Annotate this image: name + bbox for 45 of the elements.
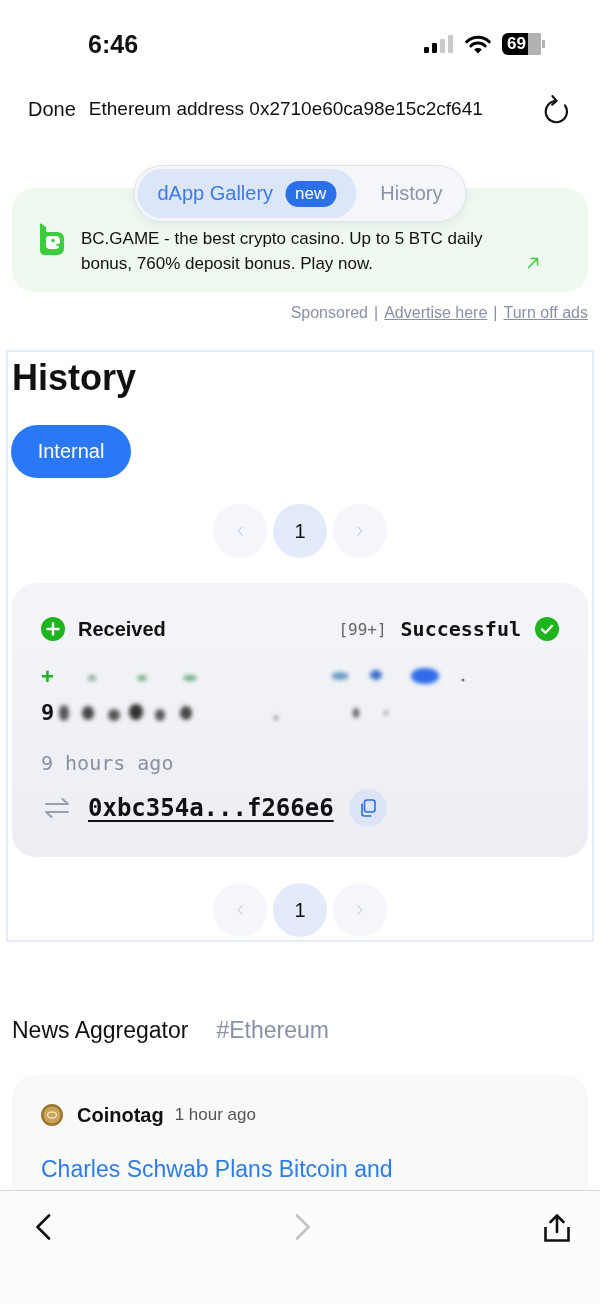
- page-button[interactable]: 1: [273, 504, 327, 558]
- wifi-icon: [465, 34, 491, 54]
- ad-link[interactable]: Turn off ads: [503, 303, 588, 323]
- signal-icon: [424, 35, 454, 53]
- direction-label: Received: [78, 617, 166, 641]
- time-label: 9 hours ago: [41, 750, 175, 777]
- back-icon[interactable]: [35, 1214, 51, 1240]
- coin-icon: [41, 1104, 63, 1126]
- status-label: Successful: [400, 617, 521, 641]
- reload-icon[interactable]: [542, 94, 570, 124]
- chevron-right-icon: [357, 905, 363, 915]
- chevron-left-icon: [237, 905, 243, 915]
- page-button[interactable]: 1: [273, 883, 327, 937]
- filter-chip[interactable]: Internal: [11, 425, 131, 478]
- separator: |: [374, 303, 379, 323]
- news-title: News Aggregator: [12, 1016, 189, 1045]
- amount-digit: 9: [41, 699, 55, 727]
- page-title: Ethereum address 0x2710e60ca98e15c2cf641: [88, 98, 484, 120]
- share-icon[interactable]: [544, 1214, 570, 1242]
- transaction-hash-link[interactable]: 0xbc354a...f266e6: [88, 794, 334, 822]
- chevron-right-icon: [357, 526, 363, 536]
- copy-icon: [359, 799, 376, 817]
- battery-indicator: 69: [502, 33, 545, 55]
- plus-circle-icon: [41, 617, 65, 641]
- swap-arrows-icon: [44, 798, 70, 818]
- new-badge: new: [285, 180, 337, 207]
- status-time: 6:46: [88, 29, 139, 59]
- logo-icon: [38, 223, 64, 255]
- check-circle-icon: [535, 617, 559, 641]
- copy-button[interactable]: [348, 789, 387, 827]
- ad-text: BC.GAME - the best crypto casino. Up to 5 BTC daily bonus, 760% deposit bonus. Play now.: [81, 228, 484, 275]
- ad-link[interactable]: Advertise here: [384, 303, 488, 323]
- chevron-left-icon: [237, 526, 243, 536]
- hashtag-link[interactable]: #Ethereum: [216, 1015, 329, 1045]
- source-name: Coinotag: [77, 1103, 164, 1127]
- done-button[interactable]: Done: [28, 97, 76, 121]
- sponsored-label: Sponsored: [290, 303, 368, 323]
- arrow-up-right-icon: [527, 257, 539, 269]
- news-headline-link[interactable]: Charles Schwab Plans Bitcoin and: [41, 1155, 393, 1183]
- amount-sign: +: [41, 663, 54, 691]
- count-label: [99+]: [338, 619, 387, 639]
- separator: |: [493, 303, 498, 323]
- section-tab[interactable]: dApp Gallery new: [137, 169, 357, 218]
- news-time: 1 hour ago: [174, 1105, 256, 1125]
- history-title: History: [12, 358, 138, 398]
